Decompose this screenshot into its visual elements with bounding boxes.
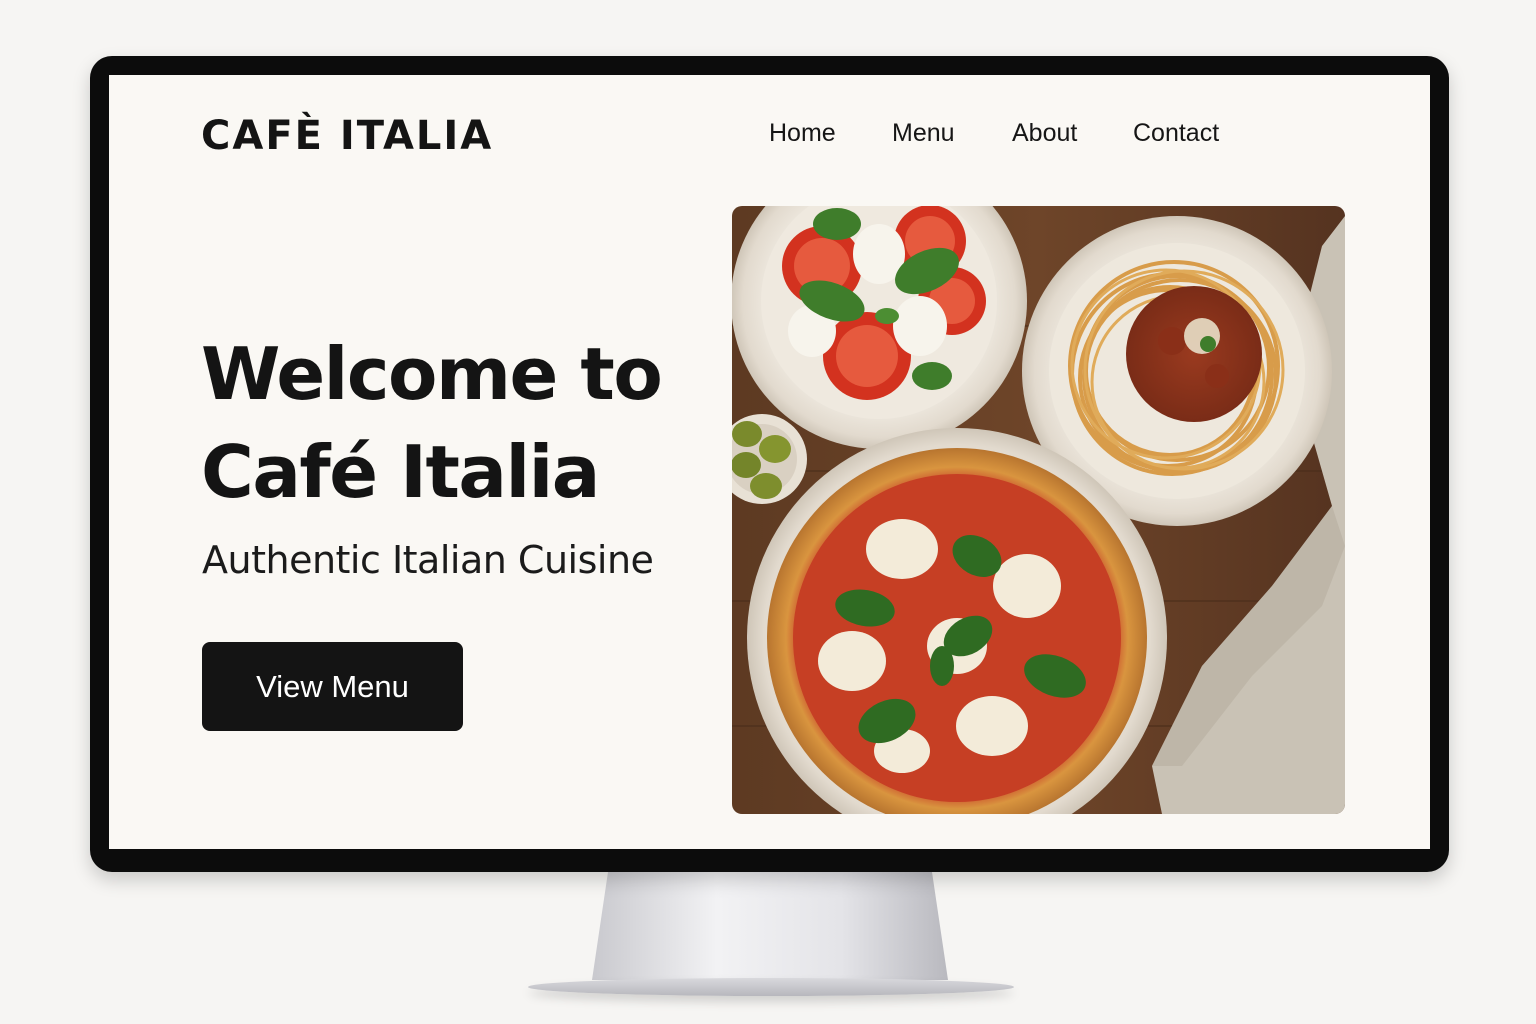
website-screen: CAFÈ ITALIA Home Menu About Contact Welc… bbox=[109, 75, 1430, 849]
nav-item-about: About bbox=[1012, 119, 1133, 148]
nav-link-about[interactable]: About bbox=[1012, 119, 1133, 148]
hero-subtitle: Authentic Italian Cuisine bbox=[202, 538, 654, 582]
monitor-bezel: CAFÈ ITALIA Home Menu About Contact Welc… bbox=[90, 56, 1449, 872]
monitor-stand-base bbox=[528, 978, 1014, 996]
nav-item-contact: Contact bbox=[1133, 119, 1219, 148]
main-nav: Home Menu About Contact bbox=[769, 119, 1219, 148]
nav-link-menu[interactable]: Menu bbox=[892, 119, 1012, 148]
desktop-scene: CAFÈ ITALIA Home Menu About Contact Welc… bbox=[0, 0, 1536, 1024]
monitor-stand bbox=[592, 872, 948, 980]
nav-link-contact[interactable]: Contact bbox=[1133, 119, 1219, 148]
hero-title-line-2: Café Italia bbox=[201, 430, 600, 514]
site-logo[interactable]: CAFÈ ITALIA bbox=[201, 113, 493, 159]
nav-item-menu: Menu bbox=[892, 119, 1012, 148]
hero-title: Welcome to Café Italia bbox=[201, 325, 761, 521]
hero-title-line-1: Welcome to bbox=[201, 332, 663, 416]
nav-item-home: Home bbox=[769, 119, 892, 148]
food-photo bbox=[732, 206, 1345, 814]
food-photo-illustration bbox=[732, 206, 1345, 814]
nav-link-home[interactable]: Home bbox=[769, 119, 892, 148]
view-menu-button[interactable]: View Menu bbox=[202, 642, 463, 731]
